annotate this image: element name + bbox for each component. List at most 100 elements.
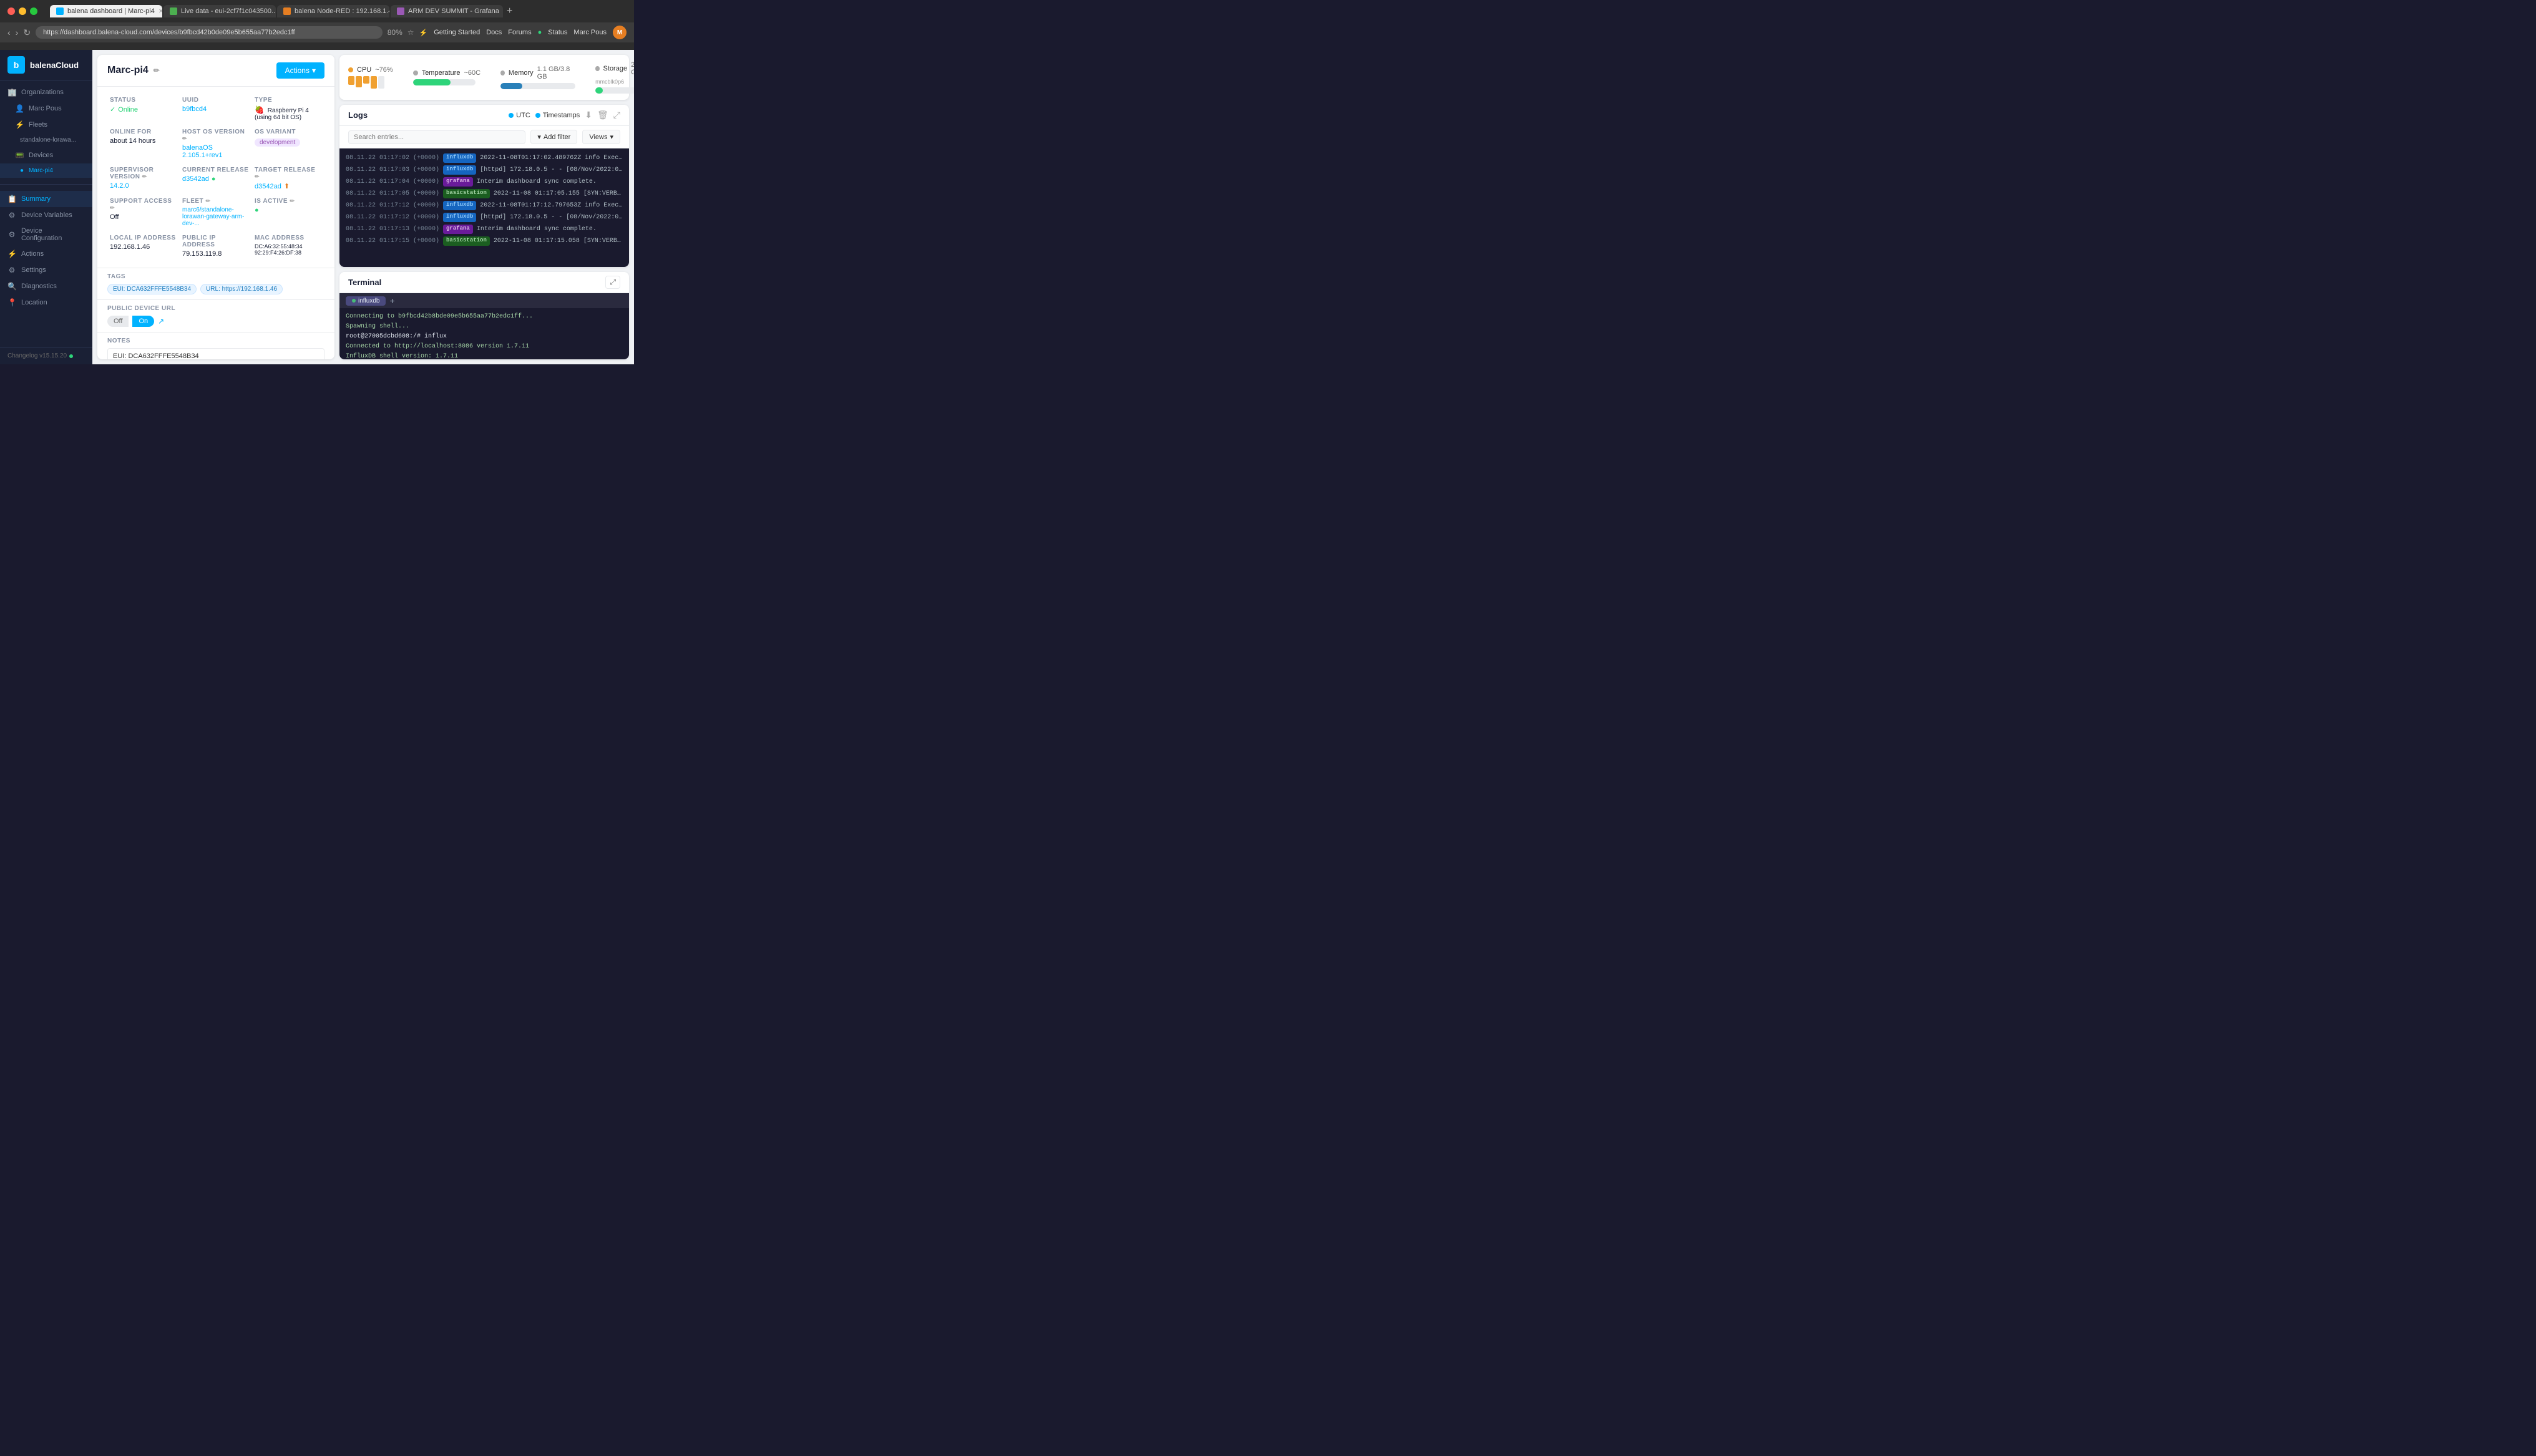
- docs-label[interactable]: Docs: [486, 29, 502, 36]
- edit-active-icon[interactable]: ✏: [290, 198, 295, 204]
- sidebar-item-diagnostics[interactable]: 🔍 Diagnostics: [0, 278, 92, 294]
- diagnostics-icon: 🔍: [7, 282, 16, 291]
- sidebar-item-marc-pi4[interactable]: ● Marc-pi4: [0, 163, 92, 178]
- getting-started-label[interactable]: Getting Started: [434, 29, 480, 36]
- edit-support-icon[interactable]: ✏: [110, 205, 115, 211]
- terminal-tab-influxdb[interactable]: influxdb: [346, 296, 386, 306]
- log-search-input[interactable]: [348, 130, 525, 144]
- expand-log-button[interactable]: ⤢: [613, 110, 620, 120]
- organizations-icon: 🏢: [7, 88, 16, 97]
- utc-toggle[interactable]: UTC: [509, 112, 530, 119]
- browser-titlebar: balena dashboard | Marc-pi4 ✕ Live data …: [0, 0, 634, 22]
- terminal-add-tab-button[interactable]: +: [389, 296, 394, 306]
- toggle-on-button[interactable]: On: [132, 316, 154, 327]
- status-value: ✓ Online: [110, 105, 177, 114]
- clear-log-button[interactable]: 🗑: [597, 110, 608, 120]
- edit-name-icon[interactable]: ✏: [154, 66, 160, 75]
- app-container: b balenaCloud 🏢 Organizations 👤 Marc Pou…: [0, 50, 634, 364]
- close-window-button[interactable]: [7, 7, 15, 15]
- toggle-off-button[interactable]: Off: [107, 316, 129, 327]
- support-access-value: Off: [110, 213, 177, 221]
- forward-button[interactable]: ›: [16, 27, 19, 37]
- notes-section: NOTES EUI: DCA632FFFE5548B34: [97, 332, 334, 359]
- add-filter-button[interactable]: ▾ Add filter: [530, 130, 577, 144]
- edit-fleet-icon[interactable]: ✏: [205, 198, 210, 204]
- edit-host-icon[interactable]: ✏: [182, 135, 187, 142]
- views-button[interactable]: Views ▾: [582, 130, 620, 144]
- temperature-dot-icon: [413, 70, 418, 75]
- tab-balena-dashboard[interactable]: balena dashboard | Marc-pi4 ✕: [50, 5, 162, 17]
- storage-dot-icon: [595, 66, 599, 71]
- target-release-item: TARGET RELEASE ✏ d3542ad ⬆: [252, 163, 324, 194]
- tab-favicon: [397, 7, 404, 15]
- terminal-title: Terminal: [348, 278, 381, 287]
- timestamps-toggle[interactable]: Timestamps: [535, 112, 580, 119]
- supervisor-value[interactable]: 14.2.0: [110, 182, 177, 190]
- sidebar-item-marc-pous[interactable]: 👤 Marc Pous: [0, 100, 92, 117]
- expand-terminal-button[interactable]: ⤢: [605, 276, 620, 289]
- utc-dot-icon: [509, 113, 514, 118]
- fleet-value[interactable]: marc6/standalone-lorawan-gateway-arm-dev…: [182, 206, 250, 227]
- sidebar-item-actions[interactable]: ⚡ Actions: [0, 246, 92, 262]
- getting-started-icon: ⚡: [419, 29, 428, 37]
- logs-title: Logs: [348, 110, 368, 120]
- minimize-window-button[interactable]: [19, 7, 26, 15]
- online-for-label: ONLINE FOR: [110, 129, 177, 135]
- support-access-item: SUPPORT ACCESS ✏ Off: [107, 194, 180, 231]
- uuid-value[interactable]: b9fbcd4: [182, 105, 250, 113]
- sidebar-item-location[interactable]: 📍 Location: [0, 294, 92, 311]
- terminal-header: Terminal ⤢: [339, 272, 629, 293]
- is-active-label: IS ACTIVE ✏: [255, 198, 322, 205]
- cpu-bars: [348, 76, 393, 89]
- sidebar-item-devices[interactable]: 📟 Devices: [0, 147, 92, 163]
- host-os-value[interactable]: balenaOS 2.105.1+rev1: [182, 144, 250, 159]
- edit-target-icon[interactable]: ✏: [255, 173, 260, 180]
- temperature-meter: Temperature ~60C: [413, 69, 480, 85]
- sidebar-item-label: Summary: [21, 195, 51, 203]
- sidebar-nav: 🏢 Organizations 👤 Marc Pous ⚡ Fleets sta…: [0, 80, 92, 182]
- sidebar-item-summary[interactable]: 📋 Summary: [0, 191, 92, 207]
- log-timestamp: 08.11.22 01:17:12 (+0000): [346, 213, 439, 222]
- is-active-value: ●: [255, 206, 322, 214]
- local-ip-value: 192.168.1.46: [110, 243, 177, 251]
- sidebar-item-organizations[interactable]: 🏢 Organizations: [0, 84, 92, 100]
- address-input[interactable]: [36, 26, 383, 39]
- sidebar-item-device-variables[interactable]: ⚙ Device Variables: [0, 207, 92, 223]
- edit-supervisor-icon[interactable]: ✏: [142, 173, 147, 180]
- tag-eui: EUI: DCA632FFFE5548B34: [107, 284, 197, 294]
- tab-grafana[interactable]: ARM DEV SUMMIT - Grafana ✕: [391, 5, 503, 17]
- actions-button[interactable]: Actions ▾: [276, 62, 324, 79]
- temperature-value: ~60C: [464, 69, 480, 77]
- tab-live-data[interactable]: Live data - eui-2cf7f1c043500... ✕: [163, 5, 276, 17]
- sidebar-item-fleets[interactable]: ⚡ Fleets: [0, 117, 92, 133]
- sidebar-item-lorawan[interactable]: standalone-lorawa...: [0, 133, 92, 147]
- avatar[interactable]: M: [613, 26, 627, 39]
- tab-close-button[interactable]: ✕: [158, 8, 162, 15]
- status-label[interactable]: Status: [548, 29, 567, 36]
- views-chevron-icon: ▾: [610, 133, 613, 141]
- bookmark-icon[interactable]: ☆: [407, 28, 414, 37]
- changelog[interactable]: Changelog v15.15.20: [7, 352, 85, 359]
- forums-label[interactable]: Forums: [508, 29, 531, 36]
- external-link-icon[interactable]: ↗: [158, 317, 164, 326]
- notes-textarea[interactable]: EUI: DCA632FFFE5548B34: [107, 348, 324, 359]
- log-text: [httpd] 172.18.0.5 - - [08/Nov/2022:01:1…: [480, 165, 623, 175]
- browser-window-controls[interactable]: [7, 7, 37, 15]
- new-tab-button[interactable]: +: [507, 6, 512, 17]
- memory-meter: Memory 1.1 GB/3.8 GB: [500, 66, 575, 89]
- tab-node-red[interactable]: balena Node-RED : 192.168.1.46 × ✕: [277, 5, 389, 17]
- terminal-content[interactable]: Connecting to b9fbcd42b8bde09e5b655aa77b…: [339, 308, 629, 359]
- is-active-item: IS ACTIVE ✏ ●: [252, 194, 324, 231]
- log-line: 08.11.22 01:17:05 (+0000) basicstation 2…: [346, 188, 623, 200]
- refresh-button[interactable]: ↻: [23, 27, 31, 38]
- user-label[interactable]: Marc Pous: [573, 29, 607, 36]
- storage-value: 2.7 GB/28.3 GB: [631, 61, 634, 76]
- back-button[interactable]: ‹: [7, 27, 11, 37]
- download-log-button[interactable]: ⬇: [585, 110, 592, 120]
- target-release-icon: ⬆: [284, 182, 290, 190]
- online-for-item: ONLINE FOR about 14 hours: [107, 125, 180, 163]
- sidebar-item-settings[interactable]: ⚙ Settings: [0, 262, 92, 278]
- sidebar-item-device-configuration[interactable]: ⚙ Device Configuration: [0, 223, 92, 246]
- memory-label: Memory 1.1 GB/3.8 GB: [500, 66, 575, 80]
- maximize-window-button[interactable]: [30, 7, 37, 15]
